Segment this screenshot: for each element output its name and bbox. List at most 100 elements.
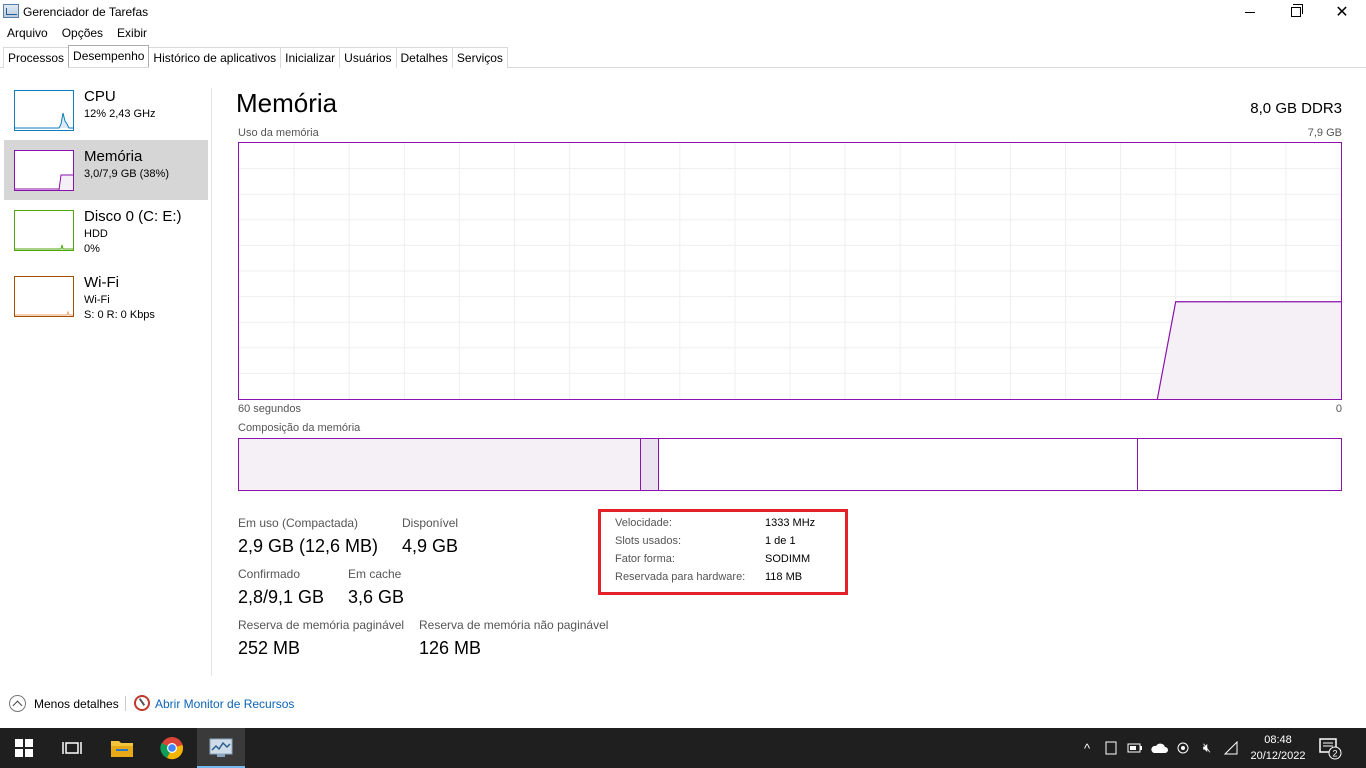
task-view-icon: [62, 742, 82, 754]
open-resource-monitor-link[interactable]: Abrir Monitor de Recursos: [155, 697, 294, 711]
wifi-icon[interactable]: [1219, 728, 1243, 768]
menu-opcoes[interactable]: Opções: [55, 24, 110, 42]
tab-servicos[interactable]: Serviços: [451, 47, 508, 68]
sidebar-item-detail: 3,0/7,9 GB (38%): [84, 168, 169, 180]
tab-inicializar[interactable]: Inicializar: [280, 47, 341, 68]
tab-bar: Processos Desempenho Histórico de aplica…: [3, 45, 508, 68]
spec-value: 1 de 1: [765, 535, 796, 547]
sidebar-item-memoria[interactable]: Memória 3,0/7,9 GB (38%): [4, 140, 208, 200]
cached-value: 3,6 GB: [348, 587, 405, 607]
in-use-value: 2,9 GB (12,6 MB): [238, 536, 379, 556]
memory-usage-graph: [238, 142, 1342, 400]
composition-segment-em-uso[interactable]: [239, 439, 642, 490]
spec-key: Slots usados:: [615, 535, 682, 547]
wifi-thumbnail: [14, 276, 74, 317]
close-button[interactable]: ✕: [1319, 0, 1365, 24]
clock-date: 20/12/2022: [1250, 750, 1306, 762]
memory-thumbnail: [14, 150, 74, 191]
paged-pool-value: 252 MB: [238, 638, 301, 658]
onedrive-cloud-icon[interactable]: [1147, 728, 1171, 768]
menu-bar: Arquivo Opções Exibir: [0, 24, 154, 42]
taskbar-clock[interactable]: 08:48 20/12/2022: [1250, 732, 1306, 764]
tab-historico[interactable]: Histórico de aplicativos: [148, 47, 282, 68]
time-axis-left: 60 segundos: [238, 403, 301, 415]
close-icon: ✕: [1335, 4, 1349, 21]
spec-row-hardware-reserved: Reservada para hardware: 118 MB: [615, 571, 802, 583]
sidebar-item-cpu[interactable]: CPU 12% 2,43 GHz: [4, 80, 208, 140]
windows-start-icon: [15, 739, 33, 757]
footer: Menos detalhes Abrir Monitor de Recursos: [0, 689, 1366, 717]
paged-pool-label: Reserva de memória paginável: [238, 618, 405, 632]
tab-processos[interactable]: Processos: [3, 47, 70, 68]
spec-value: 118 MB: [765, 571, 803, 583]
memory-usage-chart: [239, 143, 1341, 399]
usage-graph-label: Uso da memória: [238, 127, 319, 139]
sidebar-item-label: Memória: [84, 148, 143, 165]
sidebar-item-label: Wi-Fi: [84, 274, 119, 291]
in-use-label: Em uso (Compactada): [238, 516, 359, 530]
minimize-button[interactable]: [1227, 0, 1273, 24]
task-view-button[interactable]: [48, 728, 96, 768]
memory-specs-highlight: Velocidade: 1333 MHz Slots usados: 1 de …: [598, 509, 848, 595]
menu-arquivo[interactable]: Arquivo: [0, 24, 55, 42]
sidebar-item-detail: 12% 2,43 GHz: [84, 108, 156, 120]
title-bar: Gerenciador de Tarefas ✕: [0, 0, 1366, 24]
chevron-up-icon[interactable]: [9, 695, 26, 712]
camera-icon[interactable]: [1171, 728, 1195, 768]
spec-row-form-factor: Fator forma: SODIMM: [615, 553, 810, 565]
sidebar-item-detail: HDD: [84, 228, 108, 240]
cpu-thumbnail: [14, 90, 74, 131]
notification-icon: 2: [1319, 738, 1342, 760]
committed-value: 2,8/9,1 GB: [238, 587, 325, 607]
cached-label: Em cache: [348, 567, 402, 581]
composition-segment-modificada[interactable]: [641, 439, 659, 490]
spec-key: Velocidade:: [615, 517, 672, 529]
chevron-up-icon[interactable]: ^: [1075, 728, 1099, 768]
tablet-icon[interactable]: [1099, 728, 1123, 768]
clock-time: 08:48: [1264, 734, 1292, 746]
sidebar-item-disco[interactable]: Disco 0 (C: E:) HDD 0%: [4, 200, 208, 260]
spec-key: Reservada para hardware:: [615, 571, 746, 583]
composition-segment-em-espera[interactable]: [658, 439, 1139, 490]
file-explorer-button[interactable]: [98, 728, 146, 768]
menu-exibir[interactable]: Exibir: [110, 24, 154, 42]
sidebar-item-detail-2: 0%: [84, 243, 100, 255]
sidebar: CPU 12% 2,43 GHz Memória 3,0/7,9 GB (38%…: [0, 68, 212, 676]
system-tray: ^ 🔇︎: [1075, 728, 1243, 768]
sidebar-item-wifi[interactable]: Wi-Fi Wi-Fi S: 0 R: 0 Kbps: [4, 266, 208, 326]
sidebar-item-label: CPU: [84, 88, 116, 105]
taskbar: ^ 🔇︎ 08:48 20/12/2022 2: [0, 728, 1366, 768]
composition-label: Composição da memória: [238, 422, 361, 434]
spec-row-slots: Slots usados: 1 de 1: [615, 535, 796, 547]
battery-icon[interactable]: [1123, 728, 1147, 768]
tab-detalhes[interactable]: Detalhes: [395, 47, 453, 68]
notification-center-button[interactable]: 2: [1318, 736, 1342, 760]
spec-value: SODIMM: [765, 553, 811, 565]
chrome-button[interactable]: [148, 728, 196, 768]
composition-segment-livre[interactable]: [1138, 439, 1341, 490]
start-button[interactable]: [0, 728, 48, 768]
available-value: 4,9 GB: [402, 536, 459, 556]
file-explorer-icon: [111, 741, 133, 757]
sidebar-item-detail: Wi-Fi: [84, 294, 110, 306]
footer-divider: [125, 696, 126, 711]
volume-muted-icon[interactable]: 🔇︎: [1195, 728, 1219, 768]
task-manager-icon: [209, 738, 233, 757]
maximize-icon: [1291, 4, 1303, 17]
fewer-details-button[interactable]: Menos detalhes: [34, 697, 119, 711]
spec-key: Fator forma:: [615, 553, 675, 565]
nonpaged-pool-label: Reserva de memória não paginável: [419, 618, 609, 632]
task-manager-icon: [3, 4, 19, 18]
nonpaged-pool-value: 126 MB: [419, 638, 482, 658]
committed-label: Confirmado: [238, 567, 301, 581]
memory-spec: 8,0 GB DDR3: [1250, 100, 1342, 117]
task-manager-taskbar-button[interactable]: [197, 728, 245, 768]
tab-desempenho[interactable]: Desempenho: [68, 45, 150, 67]
usage-graph-max: 7,9 GB: [1307, 127, 1342, 139]
available-label: Disponível: [402, 516, 459, 530]
page-title: Memória: [236, 88, 338, 118]
window-title: Gerenciador de Tarefas: [23, 5, 149, 19]
tab-usuarios[interactable]: Usuários: [339, 47, 397, 68]
maximize-button[interactable]: [1273, 0, 1319, 24]
memory-composition-bar: [238, 438, 1342, 491]
